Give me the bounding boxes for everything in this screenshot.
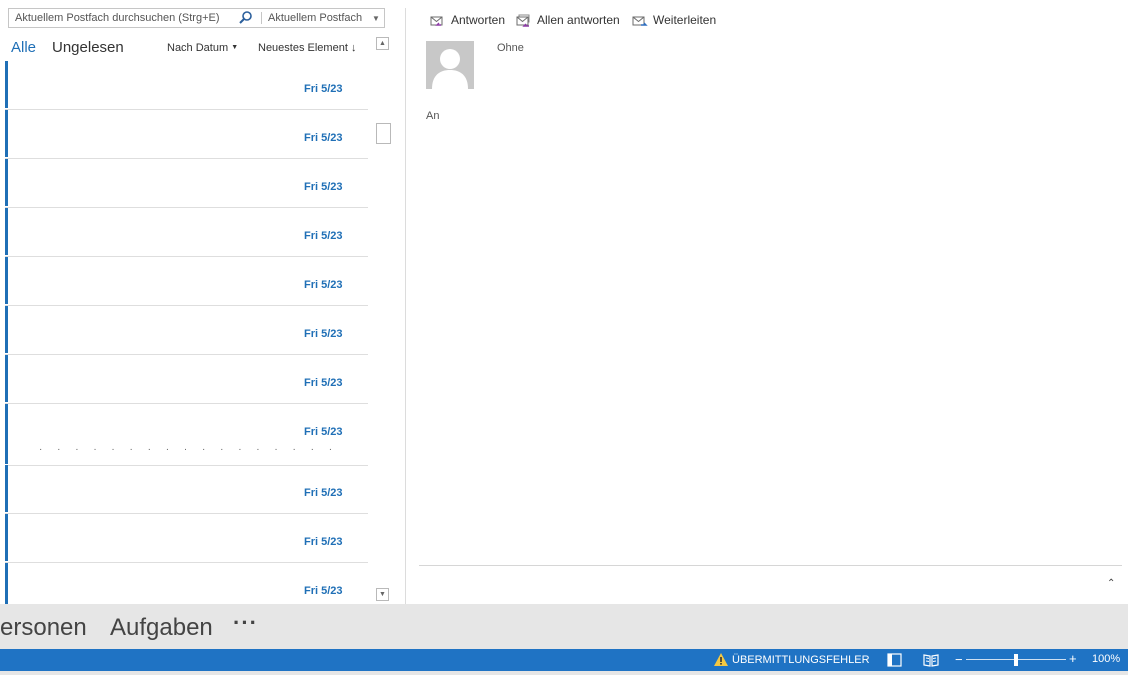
- unread-indicator: [5, 61, 8, 108]
- zoom-level[interactable]: 100%: [1092, 653, 1120, 665]
- search-icon[interactable]: [233, 9, 257, 27]
- message-date: Fri 5/23: [304, 279, 343, 291]
- message-list-item[interactable]: Fri 5/23: [5, 257, 368, 306]
- message-date: Fri 5/23: [304, 426, 343, 438]
- filter-unread-tab[interactable]: Ungelesen: [52, 39, 124, 56]
- unread-indicator: [5, 404, 8, 464]
- forward-label: Weiterleiten: [653, 13, 717, 27]
- sort-order-toggle[interactable]: Neuestes Element ↓: [258, 42, 356, 54]
- unread-indicator: [5, 257, 8, 304]
- unread-indicator: [5, 563, 8, 604]
- navigation-bar: ersonen Aufgaben ···: [0, 604, 1128, 649]
- sort-order-label: Neuestes Element: [258, 42, 348, 54]
- chevron-down-icon[interactable]: ▼: [368, 14, 384, 23]
- warning-icon: [714, 653, 728, 666]
- reply-all-button[interactable]: Allen antworten: [516, 12, 620, 28]
- message-date: Fri 5/23: [304, 377, 343, 389]
- reading-view-button[interactable]: [919, 651, 943, 669]
- unread-indicator: [5, 208, 8, 255]
- sender-name: Ohne: [497, 42, 524, 54]
- to-label: An: [426, 110, 440, 122]
- message-date: Fri 5/23: [304, 230, 343, 242]
- scroll-up-button[interactable]: ▲: [376, 37, 389, 50]
- message-list-item[interactable]: Fri 5/23: [5, 110, 368, 159]
- unread-indicator: [5, 465, 8, 512]
- sync-warning-label: ÜBERMITTLUNGSFEHLER: [732, 653, 870, 666]
- unread-indicator: [5, 159, 8, 206]
- message-date: Fri 5/23: [304, 132, 343, 144]
- message-list-item[interactable]: Fri 5/23: [5, 61, 368, 110]
- message-list-item[interactable]: Fri 5/23: [5, 465, 368, 514]
- sort-by-dropdown[interactable]: Nach Datum ▼: [167, 42, 238, 54]
- pane-divider[interactable]: [405, 8, 406, 604]
- unread-indicator: [5, 110, 8, 157]
- zoom-slider-thumb[interactable]: [1014, 654, 1018, 666]
- nav-tasks[interactable]: Aufgaben: [110, 614, 213, 642]
- normal-view-button[interactable]: [882, 651, 906, 669]
- status-bar: ÜBERMITTLUNGSFEHLER − + 100%: [0, 649, 1128, 671]
- unread-indicator: [5, 306, 8, 353]
- message-date: Fri 5/23: [304, 328, 343, 340]
- reply-icon: [430, 12, 446, 28]
- message-list-item[interactable]: Fri 5/23: [5, 514, 368, 563]
- message-list-item[interactable]: Fri 5/23: [5, 355, 368, 404]
- reply-label: Antworten: [451, 13, 506, 27]
- message-list-item[interactable]: Fri 5/23 · · · · · · · · · · · · · · · · …: [5, 404, 368, 466]
- message-date: Fri 5/23: [304, 487, 343, 499]
- message-date: Fri 5/23: [304, 585, 343, 597]
- search-input[interactable]: Aktuellem Postfach durchsuchen (Strg+E): [9, 12, 233, 24]
- forward-button[interactable]: Weiterleiten: [632, 12, 716, 28]
- search-box[interactable]: Aktuellem Postfach durchsuchen (Strg+E) …: [8, 8, 385, 28]
- message-list-item[interactable]: Fri 5/23: [5, 159, 368, 208]
- scrollbar[interactable]: [375, 36, 391, 603]
- scroll-thumb[interactable]: [376, 123, 391, 144]
- zoom-out-button[interactable]: −: [955, 652, 963, 667]
- reply-all-icon: [516, 12, 532, 28]
- zoom-in-button[interactable]: +: [1069, 651, 1077, 666]
- message-date: Fri 5/23: [304, 536, 343, 548]
- taskbar-edge: [0, 671, 1128, 675]
- reading-pane-divider: [419, 565, 1122, 566]
- scroll-down-button[interactable]: ▼: [376, 588, 389, 601]
- nav-people[interactable]: ersonen: [0, 614, 87, 642]
- sync-warning[interactable]: ÜBERMITTLUNGSFEHLER: [714, 653, 870, 666]
- avatar: [426, 41, 474, 89]
- chevron-down-icon: ▼: [231, 44, 239, 51]
- message-list-item[interactable]: Fri 5/23: [5, 563, 368, 606]
- chevron-up-icon[interactable]: ⌃: [1107, 578, 1115, 589]
- nav-more-button[interactable]: ···: [233, 610, 258, 636]
- search-separator: [261, 12, 262, 24]
- message-date: Fri 5/23: [304, 181, 343, 193]
- arrow-down-icon: ↓: [350, 42, 357, 54]
- reply-all-label: Allen antworten: [537, 13, 620, 27]
- unread-indicator: [5, 355, 8, 402]
- reply-button[interactable]: Antworten: [430, 12, 505, 28]
- message-preview: · · · · · · · · · · · · · · · · ·: [39, 444, 339, 455]
- message-list-item[interactable]: Fri 5/23: [5, 208, 368, 257]
- forward-icon: [632, 12, 648, 28]
- sort-by-label: Nach Datum: [167, 42, 229, 54]
- search-scope-select[interactable]: Aktuellem Postfach: [268, 12, 368, 24]
- filter-all-tab[interactable]: Alle: [11, 39, 36, 56]
- message-list-item[interactable]: Fri 5/23: [5, 306, 368, 355]
- unread-indicator: [5, 514, 8, 561]
- message-date: Fri 5/23: [304, 83, 343, 95]
